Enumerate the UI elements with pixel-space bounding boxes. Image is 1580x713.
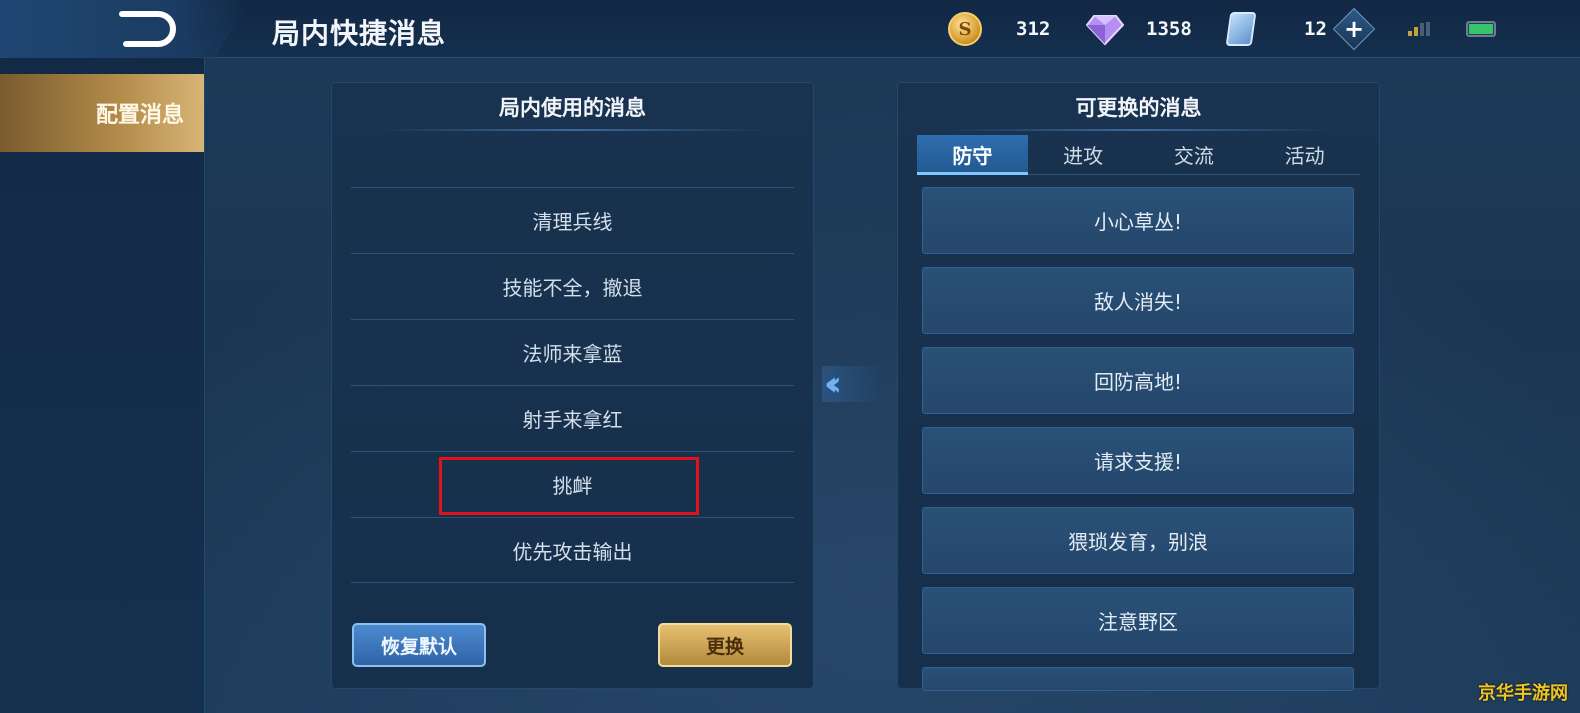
replaceable-options-list: 小心草丛! 敌人消失! 回防高地! 请求支援! 猥琐发育，别浪 注意野区 — [922, 187, 1354, 691]
option-item[interactable]: 敌人消失! — [922, 267, 1354, 334]
sidebar-item-config-messages[interactable]: 配置消息 — [0, 74, 204, 152]
tab-defense[interactable]: 防守 — [917, 135, 1028, 175]
double-chevron-left-icon: ‹‹ — [824, 364, 842, 404]
used-message-row[interactable]: 法师来拿蓝 — [351, 319, 794, 385]
back-arrow-icon — [119, 11, 176, 47]
move-message-button[interactable]: ‹‹ — [822, 366, 882, 402]
page-title: 局内快捷消息 — [272, 17, 447, 50]
tab-communication[interactable]: 交流 — [1139, 135, 1250, 174]
tab-attack[interactable]: 进攻 — [1028, 135, 1139, 174]
used-message-row[interactable]: 清理兵线 — [351, 187, 794, 253]
sidebar: 配置消息 — [0, 58, 205, 713]
diamond-icon — [1086, 15, 1124, 46]
coin-display: S 312 — [948, 10, 1050, 48]
reset-default-button[interactable]: 恢复默认 — [352, 623, 486, 667]
used-messages-panel: 局内使用的消息 清理兵线 技能不全，撤退 法师来拿蓝 射手来拿红 挑衅 优先攻击… — [331, 82, 814, 689]
option-item[interactable]: 注意野区 — [922, 587, 1354, 654]
gold-coin-icon: S — [948, 12, 982, 46]
watermark-text: 京华手游网 — [1478, 683, 1568, 704]
diamond-display: 1358 — [1086, 10, 1192, 48]
used-messages-title: 局内使用的消息 — [332, 83, 813, 131]
used-message-row-selected[interactable]: 挑衅 — [351, 451, 794, 517]
option-item[interactable]: 请求支援! — [922, 427, 1354, 494]
replace-button[interactable]: 更换 — [658, 623, 792, 667]
option-item[interactable]: 猥琐发育，别浪 — [922, 507, 1354, 574]
back-button[interactable] — [118, 10, 178, 48]
tab-activity[interactable]: 活动 — [1249, 135, 1360, 174]
used-message-row[interactable]: 射手来拿红 — [351, 385, 794, 451]
option-item[interactable]: 回防高地! — [922, 347, 1354, 414]
ticket-display: 12 + — [1225, 7, 1376, 51]
plus-icon[interactable]: + — [1332, 7, 1376, 51]
used-message-row[interactable]: 技能不全，撤退 — [351, 253, 794, 319]
used-messages-list: 清理兵线 技能不全，撤退 法师来拿蓝 射手来拿红 挑衅 优先攻击输出 — [351, 187, 794, 583]
card-ticket-icon — [1225, 12, 1257, 46]
option-item[interactable]: 小心草丛! — [922, 187, 1354, 254]
signal-icon — [1408, 22, 1432, 36]
category-tabs: 防守 进攻 交流 活动 — [917, 135, 1360, 175]
sidebar-item-label: 配置消息 — [95, 103, 184, 128]
top-bar: 局内快捷消息 S 312 1358 12 + — [0, 0, 1580, 58]
coin-count: 312 — [1016, 18, 1051, 40]
replaceable-messages-title: 可更换的消息 — [898, 83, 1379, 131]
replaceable-messages-panel: 可更换的消息 防守 进攻 交流 活动 小心草丛! 敌人消失! 回防高地! 请求支… — [897, 82, 1380, 691]
used-message-row[interactable]: 优先攻击输出 — [351, 517, 794, 583]
battery-icon — [1466, 21, 1496, 37]
ticket-count: 12 — [1304, 18, 1327, 40]
option-item-partial[interactable] — [922, 667, 1354, 691]
diamond-count: 1358 — [1146, 18, 1192, 40]
